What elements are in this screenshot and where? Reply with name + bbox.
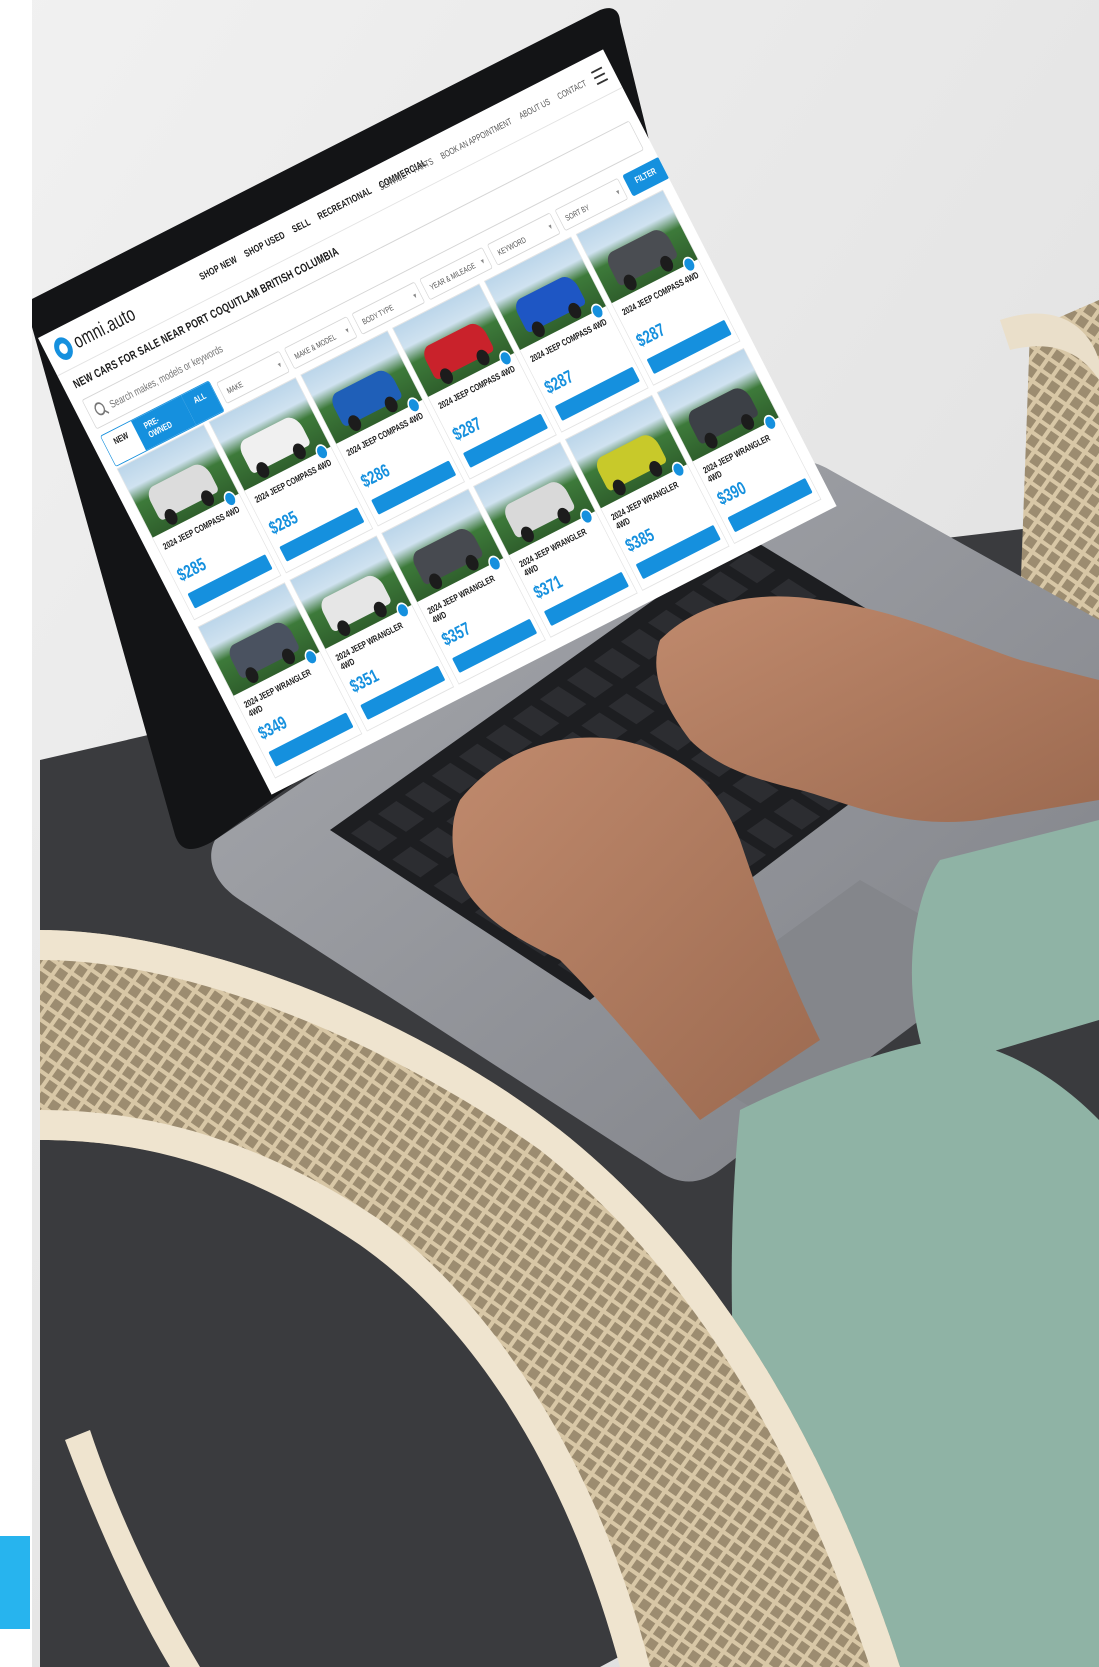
nav-item[interactable]: ABOUT US bbox=[517, 97, 552, 121]
vehicle-image bbox=[512, 272, 587, 334]
vehicle-image bbox=[420, 319, 495, 381]
listing-price: $357 bbox=[438, 618, 475, 651]
listing-price: $390 bbox=[714, 478, 750, 510]
listing-price: $371 bbox=[530, 571, 566, 604]
nav-item[interactable]: CONTACT bbox=[556, 78, 589, 101]
listing-price: $285 bbox=[174, 554, 210, 586]
listing-price: $286 bbox=[357, 460, 394, 492]
listing-price: $385 bbox=[622, 525, 658, 557]
vehicle-image bbox=[317, 571, 393, 633]
nav-item[interactable]: SHOP NEW bbox=[198, 254, 240, 282]
accent-strip bbox=[0, 1536, 30, 1629]
nav-item[interactable]: SERVICE bbox=[378, 170, 408, 192]
nav-item[interactable]: SHOP USED bbox=[243, 230, 288, 260]
vehicle-image bbox=[501, 477, 576, 539]
listing-price: $351 bbox=[346, 665, 383, 698]
listing-price: $287 bbox=[633, 319, 669, 352]
nav-item[interactable]: RECREATIONAL bbox=[316, 185, 374, 222]
left-panel bbox=[0, 0, 32, 1667]
vehicle-image bbox=[328, 366, 404, 428]
vehicle-image bbox=[225, 618, 301, 680]
menu-icon[interactable] bbox=[590, 66, 609, 86]
vehicle-image bbox=[684, 383, 760, 445]
listing-price: $287 bbox=[541, 366, 577, 399]
listing-price: $285 bbox=[265, 507, 302, 539]
vehicle-image bbox=[144, 460, 220, 522]
listing-price: $349 bbox=[255, 712, 291, 744]
listing-price: $287 bbox=[449, 413, 485, 446]
vehicle-image bbox=[236, 413, 312, 475]
vehicle-image bbox=[603, 225, 679, 287]
nav-item[interactable]: SELL bbox=[290, 217, 312, 236]
vehicle-image bbox=[592, 430, 668, 492]
search-icon bbox=[92, 400, 108, 418]
vehicle-image bbox=[409, 524, 485, 586]
nav-item[interactable]: PARTS bbox=[412, 156, 436, 175]
